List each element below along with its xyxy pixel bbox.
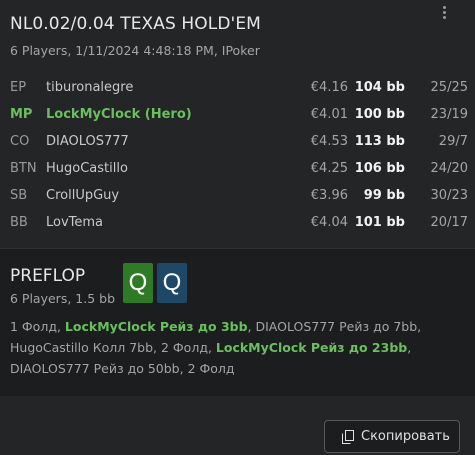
player-stack-amount: €4.16 (310, 80, 348, 95)
player-row: CO DIAOLOS777 €4.53 113 bb 29/7 (0, 132, 475, 154)
player-stats: 23/19 (430, 107, 468, 122)
player-row: BTN HugoCastillo €4.25 106 bb 24/20 (0, 159, 475, 181)
player-stats: 24/20 (430, 161, 468, 176)
player-stack-amount: €4.04 (310, 215, 348, 230)
player-stack-bb: 106 bb (354, 161, 405, 176)
player-stats: 25/25 (430, 80, 468, 95)
player-row: BB LovTema €4.04 101 bb 20/17 (0, 213, 475, 235)
player-stack-amount: €4.25 (310, 161, 348, 176)
hand-subtitle: 6 Players, 1/11/2024 4:48:18 PM, IPoker (10, 43, 260, 58)
player-stats: 20/17 (430, 215, 468, 230)
street-subtitle: 6 Players, 1.5 bb (10, 291, 116, 306)
player-name: LovTema (46, 215, 104, 230)
player-name: CrollUpGuy (46, 188, 120, 203)
hand-title: NL0.02/0.04 TEXAS HOLD'EM (10, 14, 261, 34)
player-stats: 30/23 (430, 188, 468, 203)
street-title: PREFLOP (10, 266, 86, 286)
copy-button-label: Скопировать (361, 429, 450, 444)
player-stack-bb: 113 bb (354, 134, 405, 149)
hole-card: Q (123, 263, 153, 303)
player-position: MP (10, 107, 33, 122)
hole-card: Q (157, 263, 187, 303)
player-stats: 29/7 (438, 134, 468, 149)
player-position: CO (10, 134, 30, 149)
player-row-hero: MP LockMyClock (Hero) €4.01 100 bb 23/19 (0, 105, 475, 127)
player-position: SB (10, 188, 28, 203)
player-row: EP tiburonalegre €4.16 104 bb 25/25 (0, 78, 475, 100)
player-row: SB CrollUpGuy €3.96 99 bb 30/23 (0, 186, 475, 208)
player-name: tiburonalegre (46, 80, 134, 95)
player-position: EP (10, 80, 27, 95)
more-options-icon[interactable] (437, 4, 451, 24)
player-stack-amount: €4.01 (310, 107, 348, 122)
player-stack-bb: 100 bb (354, 107, 405, 122)
hero-action-text: LockMyClock Рейз до 23bb (215, 340, 408, 355)
copy-button[interactable]: Скопировать (324, 420, 460, 453)
section-divider (0, 248, 475, 249)
action-log: 1 Фолд, LockMyClock Рейз до 3bb, DIAOLOS… (10, 316, 465, 379)
hero-action-text: LockMyClock Рейз до 3bb (64, 319, 248, 334)
player-position: BTN (10, 161, 37, 176)
player-stack-bb: 101 bb (354, 215, 405, 230)
action-text: 1 Фолд, (10, 319, 65, 334)
player-stack-bb: 99 bb (363, 188, 405, 203)
player-position: BB (10, 215, 28, 230)
player-stack-amount: €3.96 (310, 188, 348, 203)
player-stack-bb: 104 bb (354, 80, 405, 95)
copy-icon (342, 430, 354, 444)
player-stack-amount: €4.53 (310, 134, 348, 149)
player-name: DIAOLOS777 (46, 134, 129, 149)
player-name: LockMyClock (Hero) (46, 107, 192, 122)
player-name: HugoCastillo (46, 161, 128, 176)
